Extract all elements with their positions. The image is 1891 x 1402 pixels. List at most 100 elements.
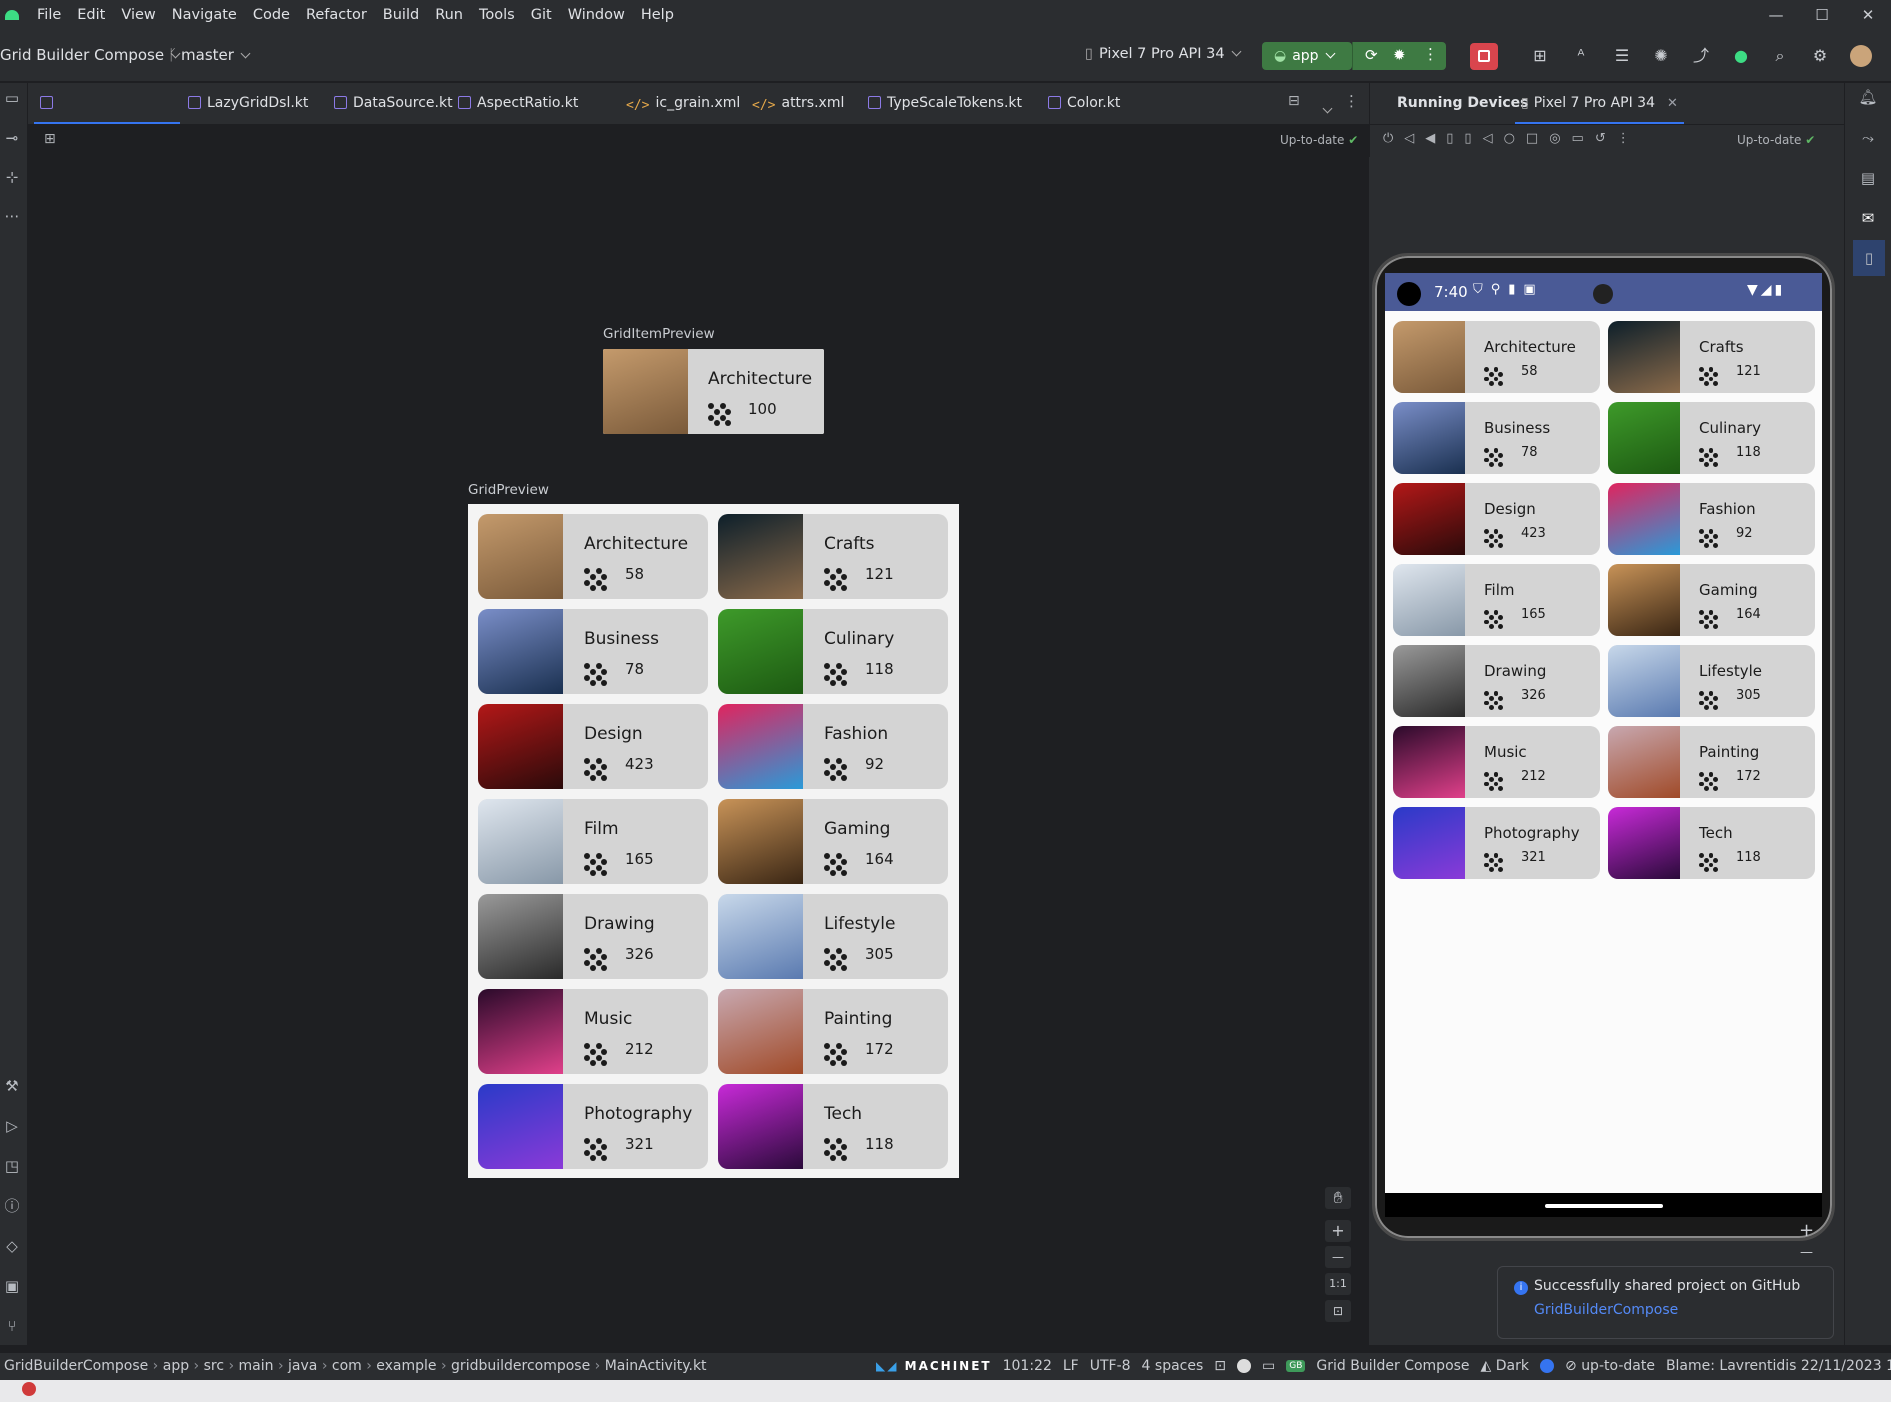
git-icon[interactable]: ⑂ (2, 1316, 22, 1336)
search-icon[interactable]: ⌕ (1770, 47, 1790, 65)
branch-selector[interactable]: ᚴ master (168, 46, 251, 64)
phone-card-crafts[interactable]: Crafts 121 (1608, 321, 1815, 393)
layout-icon[interactable]: ☰ (1612, 47, 1632, 65)
grid-card-lifestyle[interactable]: Lifestyle 305 (718, 894, 948, 979)
gemini-icon[interactable]: ✉ (1858, 208, 1878, 228)
menu-navigate[interactable]: Navigate (164, 7, 245, 23)
grid-card-crafts[interactable]: Crafts 121 (718, 514, 948, 599)
grid-card-music[interactable]: Music 212 (478, 989, 708, 1074)
phone-card-drawing[interactable]: Drawing 326 (1393, 645, 1600, 717)
menu-run[interactable]: Run (427, 7, 471, 23)
taskbar-badge-icon[interactable] (22, 1382, 36, 1396)
menu-view[interactable]: View (113, 7, 163, 23)
zoom-out-button[interactable]: — (1325, 1246, 1351, 1268)
breadcrumb-item[interactable]: GridBuilderCompose (4, 1358, 148, 1374)
breadcrumb-item[interactable]: MainActivity.kt (605, 1358, 707, 1374)
stop-button[interactable] (1470, 43, 1498, 70)
reader-mode-icon[interactable]: ▭ (1262, 1358, 1275, 1374)
apply-changes-icon[interactable]: ⟳ (1365, 46, 1378, 64)
phone-screen[interactable]: Architecture 58 Crafts 121 Business 78 Culinar… (1385, 273, 1822, 1193)
grid-card-culinary[interactable]: Culinary 118 (718, 609, 948, 694)
home-indicator[interactable] (1545, 1204, 1663, 1208)
logcat-icon[interactable]: ◳ (2, 1156, 22, 1176)
line-separator[interactable]: LF (1063, 1358, 1079, 1374)
menu-tools[interactable]: Tools (471, 7, 523, 23)
device-selector[interactable]: ▯ Pixel 7 Pro API 34 (1085, 46, 1242, 62)
phone-card-design[interactable]: Design 423 (1393, 483, 1600, 555)
tab-datasource-kt[interactable]: DataSource.kt (328, 83, 453, 124)
minimize-button[interactable]: — (1753, 0, 1799, 30)
phone-card-tech[interactable]: Tech 118 (1608, 807, 1815, 879)
maximize-button[interactable]: ☐ (1799, 0, 1845, 30)
machinet-plugin[interactable]: ◣◢ MACHINET (876, 1359, 992, 1373)
breadcrumb-item[interactable]: gridbuildercompose (451, 1358, 590, 1374)
breadcrumb-item[interactable]: java (288, 1358, 317, 1374)
phone-card-fashion[interactable]: Fashion 92 (1608, 483, 1815, 555)
grid-card-business[interactable]: Business 78 (478, 609, 708, 694)
menu-code[interactable]: Code (245, 7, 298, 23)
grid-card-gaming[interactable]: Gaming 164 (718, 799, 948, 884)
device-controls[interactable]: ⏻◁◀▯▯◁○□◎▭↺⋮ (1383, 131, 1641, 146)
breadcrumb-item[interactable]: com (332, 1358, 362, 1374)
pan-icon[interactable]: ✋︎ (1325, 1187, 1351, 1209)
tab-ic-grain-xml[interactable]: </> ic_grain.xml (620, 83, 740, 124)
copilot-icon[interactable]: ● (1731, 47, 1751, 65)
gradle-icon[interactable]: ⤳ (1858, 128, 1878, 148)
menu-git[interactable]: Git (523, 7, 560, 23)
menu-refactor[interactable]: Refactor (298, 7, 375, 23)
build-icon[interactable]: ⚒ (2, 1076, 22, 1096)
bug-icon[interactable]: ✺ (1651, 47, 1671, 65)
close-window-button[interactable]: ✕ (1845, 0, 1891, 30)
grid-card-film[interactable]: Film 165 (478, 799, 708, 884)
device-tab[interactable]: ▯ Pixel 7 Pro API 34 ✕ (1515, 83, 1684, 124)
indent[interactable]: 4 spaces (1142, 1358, 1204, 1374)
more-tools-icon[interactable]: ⋯ (2, 206, 22, 226)
menu-window[interactable]: Window (560, 7, 633, 23)
run-icon[interactable]: ▷ (2, 1116, 22, 1136)
cursor-position[interactable]: 101:22 (1003, 1358, 1052, 1374)
phone-card-painting[interactable]: Painting 172 (1608, 726, 1815, 798)
phone-card-gaming[interactable]: Gaming 164 (1608, 564, 1815, 636)
phone-card-architecture[interactable]: Architecture 58 (1393, 321, 1600, 393)
debug-icon[interactable]: ✹ (1393, 46, 1406, 64)
running-devices-icon[interactable]: ▯ (1853, 240, 1885, 276)
phone-card-photography[interactable]: Photography 321 (1393, 807, 1600, 879)
profiler-icon[interactable]: ⊞ (1530, 47, 1550, 65)
gem-icon[interactable]: ◇ (2, 1236, 22, 1256)
breadcrumb-item[interactable]: example (376, 1358, 436, 1374)
problems-icon[interactable]: ⓘ (2, 1196, 22, 1216)
device-manager-icon[interactable]: ▤ (1858, 168, 1878, 188)
vcs-status[interactable]: ⊘ up-to-date (1565, 1358, 1655, 1374)
tab-mainactivity-kt[interactable]: MainActivity.kt✕ (34, 83, 180, 152)
phone-card-business[interactable]: Business 78 (1393, 402, 1600, 474)
grid-card-photography[interactable]: Photography 321 (478, 1084, 708, 1169)
commit-icon[interactable]: ⊸ (2, 128, 22, 148)
structure-icon[interactable]: ⊹ (2, 167, 22, 187)
menu-help[interactable]: Help (633, 7, 682, 23)
more-icon[interactable]: ⋮ (1344, 92, 1359, 110)
copilot-status-icon[interactable] (1540, 1359, 1554, 1373)
project-icon[interactable]: ▭ (2, 88, 22, 108)
avatar[interactable] (1850, 45, 1872, 67)
theme-status[interactable]: ◭ Dark (1481, 1358, 1529, 1374)
phone-card-film[interactable]: Film 165 (1393, 564, 1600, 636)
tab-attrs-xml[interactable]: </> attrs.xml (746, 83, 844, 124)
more-actions-icon[interactable]: ⋮ (1423, 45, 1438, 63)
memory-icon[interactable] (1237, 1359, 1252, 1373)
tab-color-kt[interactable]: Color.kt (1042, 83, 1120, 124)
menu-build[interactable]: Build (375, 7, 427, 23)
encoding[interactable]: UTF-8 (1090, 1358, 1131, 1374)
zoom-actual-button[interactable]: 1:1 (1325, 1273, 1351, 1295)
device-zoom-out-button[interactable]: — (1800, 1245, 1813, 1260)
tab-lazygriddsl-kt[interactable]: LazyGridDsl.kt (182, 83, 308, 124)
grid-card-tech[interactable]: Tech 118 (718, 1084, 948, 1169)
settings-icon[interactable]: ⚙ (1810, 47, 1830, 65)
phone-card-culinary[interactable]: Culinary 118 (1608, 402, 1815, 474)
zoom-in-button[interactable]: + (1325, 1220, 1351, 1242)
blame-status[interactable]: Blame: Lavrentidis 22/11/2023 14:18 (1666, 1358, 1891, 1374)
status-project[interactable]: Grid Builder Compose (1316, 1358, 1469, 1374)
menu-file[interactable]: File (29, 7, 69, 23)
grid-preview[interactable]: Architecture 58 Crafts 121 Business 78 Culinar… (468, 504, 959, 1178)
terminal-icon[interactable]: ▣ (2, 1276, 22, 1296)
tab-aspectratio-kt[interactable]: AspectRatio.kt (452, 83, 578, 124)
